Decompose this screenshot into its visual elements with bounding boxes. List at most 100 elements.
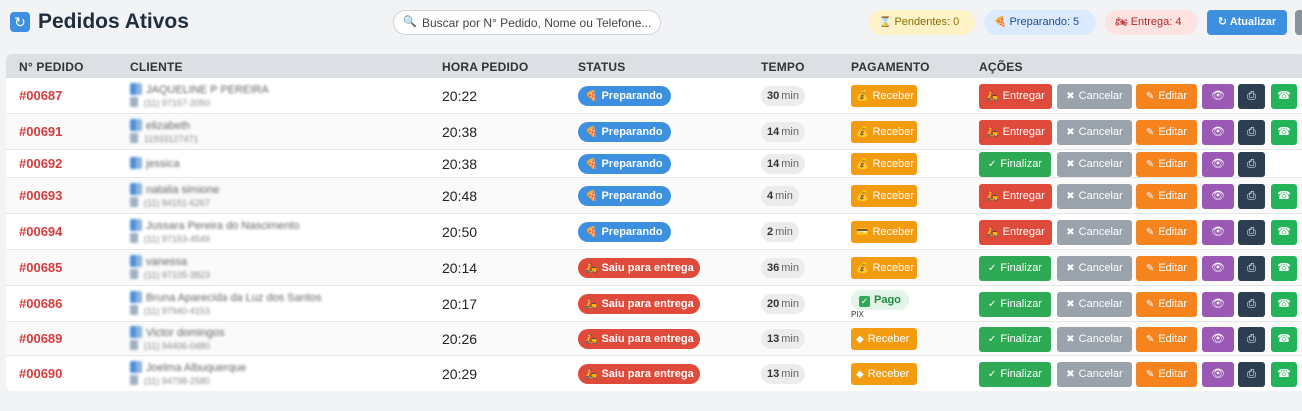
table-row[interactable]: #00694 Jussara Pereira do Nascimento (11) …: [6, 214, 1302, 250]
view-button[interactable]: 👁: [1202, 326, 1234, 352]
cancel-button[interactable]: ✖ Cancelar: [1057, 83, 1132, 109]
finish-button[interactable]: ✓ Finalizar: [979, 361, 1051, 387]
whatsapp-button[interactable]: ☎: [1271, 291, 1297, 317]
edit-button[interactable]: ✎ Editar: [1136, 219, 1197, 245]
phone-icon: [130, 340, 138, 350]
cancel-button[interactable]: ✖ Cancelar: [1057, 119, 1132, 145]
close-icon: ✖: [1066, 333, 1075, 345]
receive-payment-button[interactable]: ◆ Receber: [851, 363, 917, 385]
pizza-icon: 🍕: [585, 191, 598, 202]
receive-payment-button[interactable]: 💰 Receber: [851, 85, 917, 107]
delivery-counter-badge[interactable]: 🏍 Entrega: 4: [1105, 10, 1198, 35]
table-row[interactable]: #00686 Bruna Aparecida da Luz dos Santos (…: [6, 286, 1302, 322]
table-row[interactable]: #00692 jessica 20:38 🍕 Preparando 14 min 💰 Receb…: [6, 150, 1302, 178]
receive-payment-button[interactable]: 💳 Receber: [851, 221, 917, 243]
print-button[interactable]: ⎙: [1238, 291, 1265, 317]
order-id-link[interactable]: #00685: [19, 260, 62, 275]
order-id-link[interactable]: #00694: [19, 224, 62, 239]
print-button[interactable]: ⎙: [1238, 255, 1265, 281]
whatsapp-button[interactable]: ☎: [1271, 361, 1297, 387]
extra-button[interactable]: [1295, 10, 1302, 35]
print-button[interactable]: ⎙: [1238, 326, 1265, 352]
print-button[interactable]: ⎙: [1238, 183, 1265, 209]
cancel-button[interactable]: ✖ Cancelar: [1057, 219, 1132, 245]
whatsapp-button[interactable]: ☎: [1271, 326, 1297, 352]
cancel-button[interactable]: ✖ Cancelar: [1057, 183, 1132, 209]
client-name-row: Bruna Aparecida da Luz dos Santos: [130, 291, 322, 304]
receive-payment-button[interactable]: 💰 Receber: [851, 153, 917, 175]
finish-button[interactable]: ✓ Finalizar: [979, 255, 1051, 281]
order-id-link[interactable]: #00687: [19, 88, 62, 103]
view-button[interactable]: 👁: [1202, 255, 1234, 281]
deliver-button[interactable]: 🛵 Entregar: [979, 183, 1052, 209]
cancel-button[interactable]: ✖ Cancelar: [1057, 326, 1132, 352]
whatsapp-button[interactable]: ☎: [1271, 119, 1297, 145]
status-label: Preparando: [601, 90, 663, 102]
table-row[interactable]: #00687 JAQUELINE P PEREIRA (11) 97157-2050…: [6, 78, 1302, 114]
receive-payment-button[interactable]: ◆ Receber: [851, 328, 917, 350]
print-button[interactable]: ⎙: [1238, 361, 1265, 387]
deliver-button[interactable]: 🛵 Entregar: [979, 119, 1052, 145]
edit-button[interactable]: ✎ Editar: [1136, 151, 1197, 177]
deliver-button[interactable]: 🛵 Entregar: [979, 219, 1052, 245]
edit-button[interactable]: ✎ Editar: [1136, 83, 1197, 109]
print-button[interactable]: ⎙: [1238, 151, 1265, 177]
print-button[interactable]: ⎙: [1238, 119, 1265, 145]
view-button[interactable]: 👁: [1202, 219, 1234, 245]
table-row[interactable]: #00691 elizabeth 11933127471 20:38 🍕 Preparan…: [6, 114, 1302, 150]
search-box[interactable]: 🔍: [393, 10, 661, 35]
view-button[interactable]: 👁: [1202, 183, 1234, 209]
client-phone: (11) 94151-6267: [144, 198, 210, 208]
table-row[interactable]: #00690 Joelma Albuquerque (11) 94798-2580 2…: [6, 356, 1302, 391]
edit-button[interactable]: ✎ Editar: [1136, 361, 1197, 387]
whatsapp-button[interactable]: ☎: [1271, 183, 1297, 209]
whatsapp-button[interactable]: ☎: [1271, 255, 1297, 281]
order-time: 20:48: [442, 188, 478, 204]
finish-button[interactable]: ✓ Finalizar: [979, 326, 1051, 352]
table-row[interactable]: #00693 natalia simione (11) 94151-6267 20:4…: [6, 178, 1302, 214]
view-button[interactable]: 👁: [1202, 83, 1234, 109]
view-button[interactable]: 👁: [1202, 119, 1234, 145]
close-icon: ✖: [1066, 90, 1075, 102]
receive-payment-button[interactable]: 💰 Receber: [851, 121, 917, 143]
order-time: 20:50: [442, 224, 478, 240]
preparing-counter-badge[interactable]: 🍕 Preparando: 5: [984, 10, 1096, 35]
client-name: natalia simione: [146, 184, 220, 196]
order-id-link[interactable]: #00690: [19, 366, 62, 381]
finish-button[interactable]: ✓ Finalizar: [979, 151, 1051, 177]
search-input[interactable]: [422, 14, 654, 32]
table-row[interactable]: #00689 Victor domingos (11) 94406-0480 20:2…: [6, 322, 1302, 356]
refresh-button[interactable]: ↻ Atualizar: [1207, 10, 1287, 35]
finish-button[interactable]: ✓ Finalizar: [979, 291, 1051, 317]
order-time: 20:38: [442, 124, 478, 140]
cancel-button[interactable]: ✖ Cancelar: [1057, 361, 1132, 387]
print-button[interactable]: ⎙: [1238, 83, 1265, 109]
receive-payment-button[interactable]: 💰 Receber: [851, 185, 917, 207]
edit-button[interactable]: ✎ Editar: [1136, 326, 1197, 352]
table-row[interactable]: #00685 vanessa (11) 97105-3823 20:14 🛵 Saiu p…: [6, 250, 1302, 286]
cancel-button[interactable]: ✖ Cancelar: [1057, 255, 1132, 281]
edit-button[interactable]: ✎ Editar: [1136, 183, 1197, 209]
deliver-button[interactable]: 🛵 Entregar: [979, 83, 1052, 109]
edit-button[interactable]: ✎ Editar: [1136, 119, 1197, 145]
whatsapp-button[interactable]: ☎: [1271, 219, 1297, 245]
view-button[interactable]: 👁: [1202, 151, 1234, 177]
view-button[interactable]: 👁: [1202, 361, 1234, 387]
view-button[interactable]: 👁: [1202, 291, 1234, 317]
elapsed-minutes: 36: [767, 262, 780, 274]
order-id-link[interactable]: #00691: [19, 124, 62, 139]
order-id-link[interactable]: #00693: [19, 188, 62, 203]
edit-button[interactable]: ✎ Editar: [1136, 255, 1197, 281]
receive-payment-button[interactable]: 💰 Receber: [851, 257, 917, 279]
pending-counter-badge[interactable]: ⌛ Pendentes: 0: [869, 10, 975, 35]
edit-button[interactable]: ✎ Editar: [1136, 291, 1197, 317]
order-id-link[interactable]: #00686: [19, 296, 62, 311]
order-id-link[interactable]: #00689: [19, 331, 62, 346]
cancel-button[interactable]: ✖ Cancelar: [1057, 291, 1132, 317]
whatsapp-button[interactable]: ☎: [1271, 83, 1297, 109]
eye-icon: 👁: [1211, 125, 1225, 138]
cancel-button[interactable]: ✖ Cancelar: [1057, 151, 1132, 177]
print-button[interactable]: ⎙: [1238, 219, 1265, 245]
order-id-link[interactable]: #00692: [19, 156, 62, 171]
whatsapp-icon: ☎: [1277, 367, 1291, 380]
